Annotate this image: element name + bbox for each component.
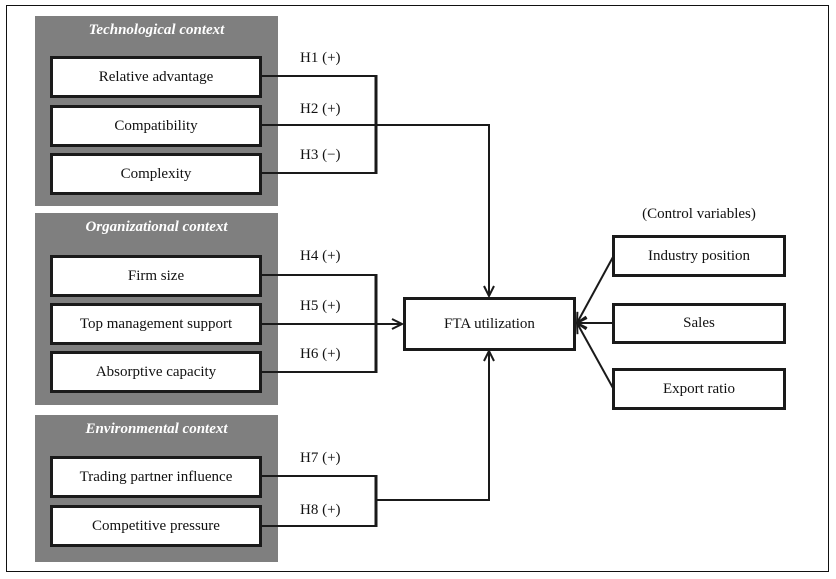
factor-compatibility: Compatibility [50,105,262,147]
panel-title: Environmental context [85,421,228,437]
control-export-ratio: Export ratio [612,368,786,410]
hypothesis-h3: H3 (−) [300,147,341,163]
factor-absorptive-capacity: Absorptive capacity [50,351,262,393]
factor-relative-advantage: Relative advantage [50,56,262,98]
factor-competitive-pressure: Competitive pressure [50,505,262,547]
technological-context-panel: Technological context Relative advantage… [35,16,278,206]
panel-title: Organizational context [85,219,228,235]
hypothesis-h6: H6 (+) [300,346,341,362]
factor-complexity: Complexity [50,153,262,195]
organizational-context-panel: Organizational context Firm size Top man… [35,213,278,405]
control-sales: Sales [612,303,786,344]
factor-top-management-support: Top management support [50,303,262,345]
factor-firm-size: Firm size [50,255,262,297]
hypothesis-h4: H4 (+) [300,248,341,264]
environmental-context-panel: Environmental context Trading partner in… [35,415,278,562]
hypothesis-h7: H7 (+) [300,450,341,466]
control-industry-position: Industry position [612,235,786,277]
outcome-fta-utilization: FTA utilization [403,297,576,351]
control-variables-label: (Control variables) [642,206,756,222]
hypothesis-h5: H5 (+) [300,298,341,314]
panel-title: Technological context [88,22,225,38]
hypothesis-h8: H8 (+) [300,502,341,518]
factor-trading-partner-influence: Trading partner influence [50,456,262,498]
hypothesis-h1: H1 (+) [300,50,341,66]
hypothesis-h2: H2 (+) [300,101,341,117]
